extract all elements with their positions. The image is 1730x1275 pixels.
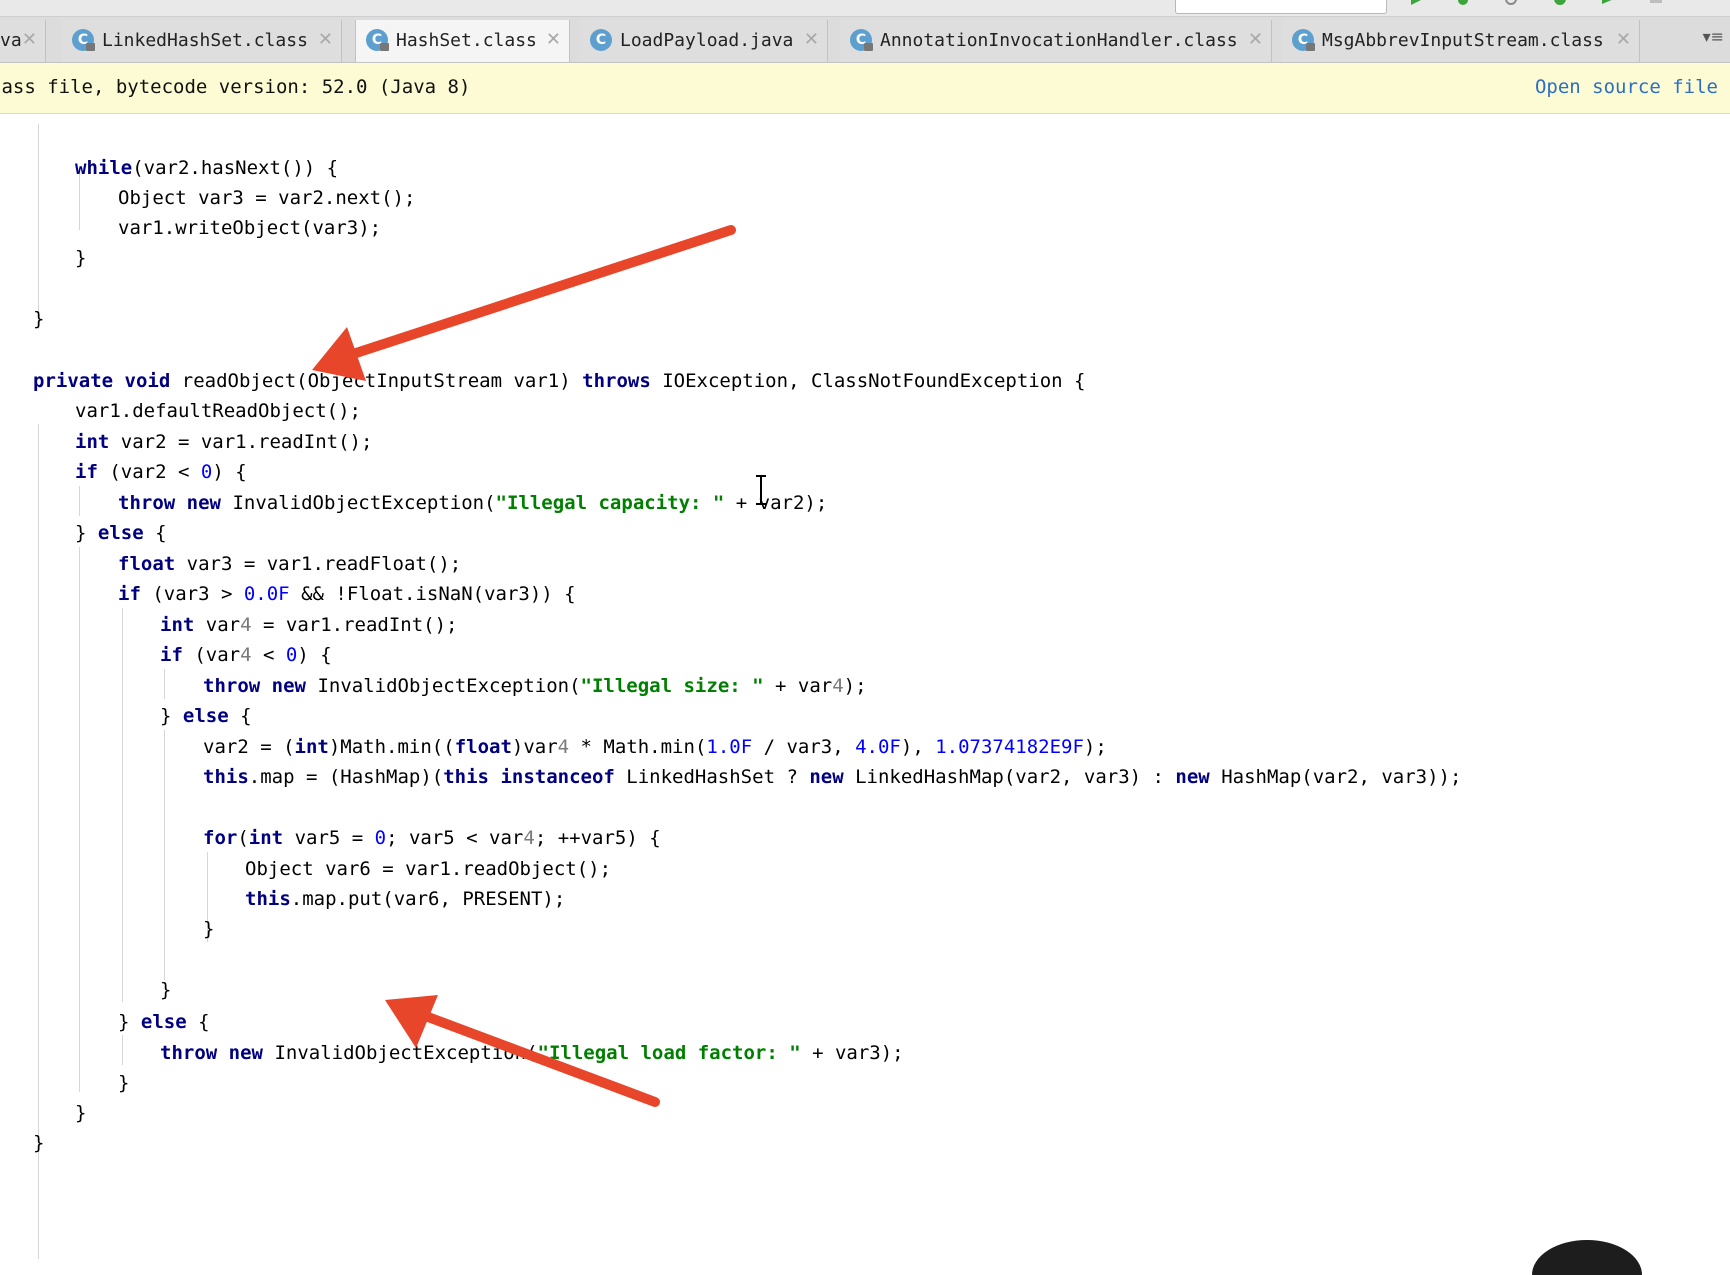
annotation-arrows [312, 225, 736, 1107]
arrow-to-readobject-icon [312, 225, 736, 381]
text-cursor-icon [756, 475, 766, 505]
arrow-to-map-put-icon [385, 995, 660, 1107]
